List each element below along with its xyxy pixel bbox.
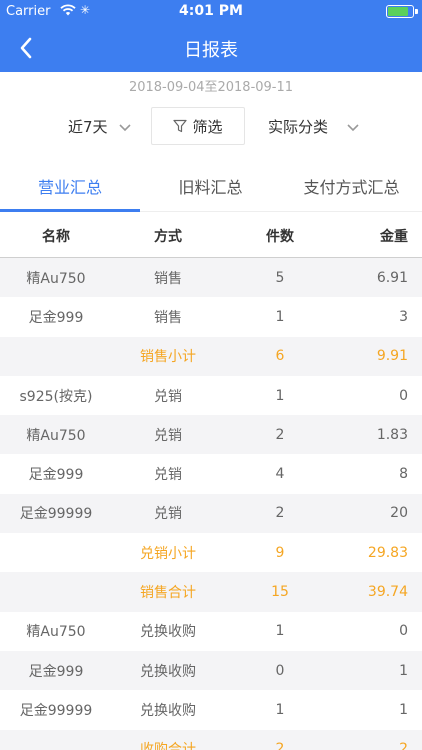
cell-count: 2 xyxy=(275,741,285,750)
cell-name: 足金999 xyxy=(28,663,84,680)
page-title: 日报表 xyxy=(184,40,238,61)
cell-count: 1 xyxy=(275,623,285,640)
filter-label: 筛选 xyxy=(192,117,223,136)
cell-name: 足金999 xyxy=(28,309,84,326)
active-tab-indicator xyxy=(0,209,140,212)
table-body: 精Au750 销售 5 6.91 足金999 销售 1 3 销售小计 6 9.91 s925(按克) 兑… xyxy=(0,258,422,750)
cell-method: 销售 xyxy=(154,309,182,326)
cell-method: 兑销 xyxy=(154,388,182,405)
header-name: 名称 xyxy=(42,228,70,245)
cell-weight: 1 xyxy=(399,662,408,679)
cell-method: 销售 xyxy=(154,270,182,287)
cell-name: 精Au750 xyxy=(26,624,86,641)
cell-method: 兑销小计 xyxy=(140,545,196,562)
cell-method: 兑换收购 xyxy=(140,624,196,641)
table-row: 精Au750 兑换收购 1 0 xyxy=(0,611,422,651)
cell-name xyxy=(0,533,112,572)
cell-method: 销售小计 xyxy=(140,349,196,366)
cell-name xyxy=(0,572,112,611)
category-select[interactable]: 实际分类 xyxy=(268,116,328,137)
table-row: 足金999 兑销 4 8 xyxy=(0,454,422,494)
cell-method: 兑销 xyxy=(154,506,182,523)
subtotal-row: 兑销小计 9 29.83 xyxy=(0,533,422,573)
table-header: 名称 方式 件数 金重 xyxy=(0,214,422,258)
cell-name: 精Au750 xyxy=(26,427,86,444)
table-row: 足金999 销售 1 3 xyxy=(0,297,422,337)
table-row: 足金99999 兑换收购 1 1 xyxy=(0,690,422,730)
subtotal-row: 收购合计 2 2 xyxy=(0,729,422,750)
app-header: Carrier ✳ 4:01 PM 日报表 xyxy=(0,0,422,72)
cell-name: 精Au750 xyxy=(26,270,86,287)
cell-method: 收购合计 xyxy=(112,730,224,750)
header-weight: 金重 xyxy=(380,228,408,245)
table-row: s925(按克) 兑销 1 0 xyxy=(0,375,422,416)
cell-weight: 20 xyxy=(390,505,408,522)
date-range-label: 2018-09-04至2018-09-11 xyxy=(128,80,294,95)
cell-count: 0 xyxy=(275,662,285,679)
cell-count: 2 xyxy=(275,426,285,443)
cell-method: 兑换收购 xyxy=(140,663,196,680)
cell-weight: 0 xyxy=(399,623,408,640)
cell-count: 1 xyxy=(275,308,285,325)
cell-name: 足金999 xyxy=(28,467,84,484)
tab-business-summary[interactable]: 营业汇总 xyxy=(0,160,140,212)
table-row: 足金999 兑换收购 0 1 xyxy=(0,650,422,691)
cell-method: 兑销 xyxy=(154,427,182,444)
table-row: 精Au750 销售 5 6.91 xyxy=(0,258,422,298)
cell-count: 5 xyxy=(275,269,285,286)
cell-method: 销售合计 xyxy=(140,585,196,602)
cell-count: 1 xyxy=(275,701,285,718)
cell-weight: 3 xyxy=(399,308,408,325)
status-bar: Carrier ✳ 4:01 PM xyxy=(0,0,422,24)
cell-method: 兑换收购 xyxy=(140,702,196,719)
cell-count: 15 xyxy=(271,584,289,601)
cell-name xyxy=(0,730,112,750)
cell-method: 兑销 xyxy=(154,467,182,484)
cell-count: 6 xyxy=(275,348,285,365)
header-method: 方式 xyxy=(154,228,182,245)
cell-weight: 9.91 xyxy=(376,348,408,365)
battery-icon xyxy=(386,5,414,18)
status-time: 4:01 PM xyxy=(179,3,243,19)
cell-weight: 39.74 xyxy=(367,584,408,601)
table-row: 精Au750 兑销 2 1.83 xyxy=(0,415,422,455)
cell-weight: 1 xyxy=(399,701,408,718)
cell-name: 足金99999 xyxy=(19,702,93,719)
cell-count: 1 xyxy=(275,387,285,404)
tab-bar: 营业汇总 旧料汇总 支付方式汇总 xyxy=(0,160,422,212)
table-row: 足金99999 兑销 2 20 xyxy=(0,493,422,534)
battery-fill xyxy=(388,7,408,16)
cell-count: 4 xyxy=(275,466,285,483)
battery-tip xyxy=(415,9,418,14)
cell-name: s925(按克) xyxy=(19,388,93,405)
filter-button[interactable]: 筛选 xyxy=(151,107,245,145)
cell-weight: 2 xyxy=(399,741,408,750)
nav-bar: 日报表 xyxy=(0,26,422,72)
header-count: 件数 xyxy=(266,228,294,245)
cell-weight: 8 xyxy=(399,466,408,483)
tab-old-material-summary[interactable]: 旧料汇总 xyxy=(140,160,281,212)
chevron-down-icon[interactable] xyxy=(118,118,132,137)
funnel-icon xyxy=(173,119,188,133)
filter-bar: 近7天 筛选 实际分类 xyxy=(0,106,422,146)
cell-count: 9 xyxy=(275,544,285,561)
cell-count: 2 xyxy=(275,505,285,522)
chevron-down-icon[interactable] xyxy=(346,118,360,137)
cell-name: 足金99999 xyxy=(19,506,93,523)
cell-weight: 29.83 xyxy=(367,544,408,561)
tab-payment-summary[interactable]: 支付方式汇总 xyxy=(281,160,422,212)
subtotal-row: 销售小计 6 9.91 xyxy=(0,336,422,376)
cell-weight: 1.83 xyxy=(376,426,408,443)
cell-weight: 0 xyxy=(399,387,408,404)
subtotal-row: 销售合计 15 39.74 xyxy=(0,572,422,612)
cell-name xyxy=(0,337,112,376)
cell-weight: 6.91 xyxy=(376,269,408,286)
period-select[interactable]: 近7天 xyxy=(68,116,108,137)
